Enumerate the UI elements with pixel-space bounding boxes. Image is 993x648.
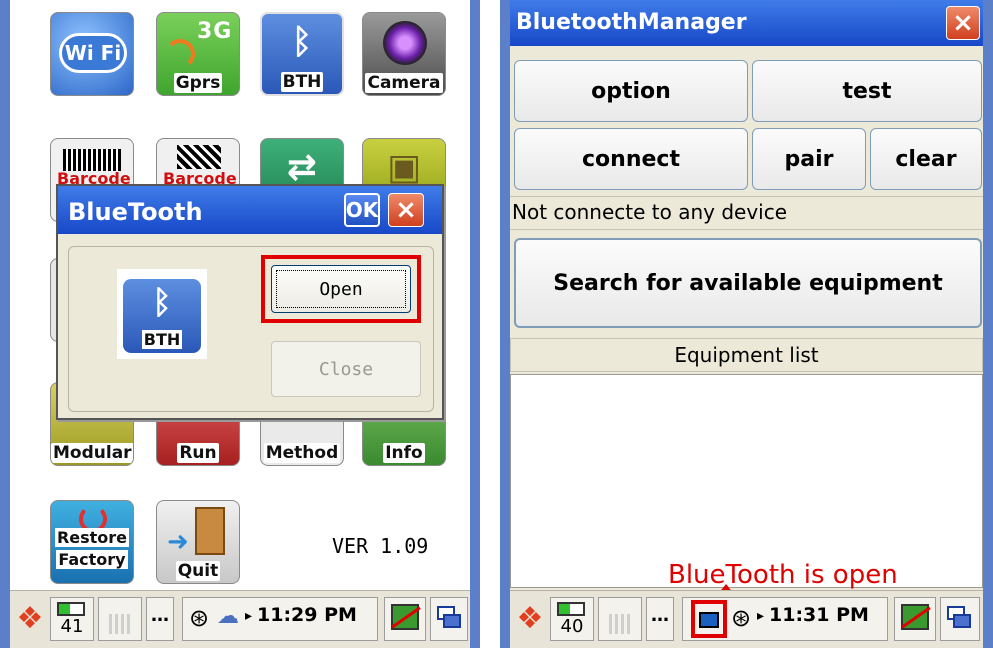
dialog-body-group: ᛒ BTH Open Close <box>68 246 434 412</box>
dialog-close-button[interactable]: × <box>388 193 424 227</box>
restore-label-line1: Restore <box>54 528 130 547</box>
input-panel-button-right[interactable] <box>894 597 936 641</box>
bth-tile[interactable]: ᛒ BTH <box>260 12 344 96</box>
open-button[interactable]: Open <box>271 265 411 313</box>
bt-manager-close-button[interactable]: × <box>946 6 980 40</box>
window-icon-front-right <box>953 614 971 628</box>
wifi-label: Wi Fi <box>64 41 122 65</box>
battery-icon <box>57 602 85 616</box>
arrow-right-icon: ➜ <box>167 527 189 557</box>
bluetooth-icon-large: ᛒ BTH <box>123 279 201 353</box>
signal-bars-icon-right <box>609 614 633 634</box>
camera-tile[interactable]: Camera <box>362 12 446 96</box>
left-screen-edge-right <box>470 0 480 648</box>
signal-indicator[interactable] <box>98 597 142 641</box>
expand-arrow-icon-right: ▸ <box>757 608 765 624</box>
window-switch-button[interactable] <box>430 597 468 641</box>
window-switch-button-right[interactable] <box>940 597 980 641</box>
restore-factory-label: Restore Factory <box>51 527 133 571</box>
right-screen-edge <box>500 0 510 648</box>
connect-button[interactable]: connect <box>514 128 748 190</box>
network-icon: ⊛ <box>189 604 210 632</box>
close-button[interactable]: Close <box>271 341 421 397</box>
expand-arrow-icon: ▸ <box>245 608 253 624</box>
bluetooth-tray-icon[interactable] <box>699 612 719 628</box>
bluetooth-glyph: ᛒ <box>152 283 172 321</box>
bluetooth-tray-highlight <box>691 600 727 638</box>
serial-port-icon: ▣ <box>386 147 421 188</box>
ok-button[interactable]: OK <box>344 193 380 227</box>
restore-factory-tile[interactable]: Restore Factory <box>50 500 134 584</box>
windows-start-icon-right[interactable]: ❖ <box>512 599 548 639</box>
battery-indicator-right[interactable]: 40 <box>550 597 594 641</box>
more-button[interactable]: … <box>146 597 174 641</box>
signal-icon <box>165 39 195 69</box>
bt-manager-title-bar: BluetoothManager <box>510 0 983 46</box>
battery-icon-right <box>557 602 585 616</box>
bth-label: BTH <box>280 72 324 92</box>
gprs-3g-badge: 3G <box>197 19 233 44</box>
wifi-icon: Wi Fi <box>59 33 127 73</box>
bth-icon-label: BTH <box>141 330 183 349</box>
gprs-label: Gprs <box>173 73 223 93</box>
version-text: VER 1.09 <box>332 534 429 558</box>
window-icon-front <box>443 614 461 628</box>
pair-button[interactable]: pair <box>752 128 866 190</box>
restore-label-line2: Factory <box>56 550 128 569</box>
left-screen: Wi Fi 3G Gprs ᛒ BTH Camera Barcode Barco… <box>10 0 470 648</box>
test-button[interactable]: test <box>752 60 982 122</box>
sync-icon: ⇄ <box>286 147 318 188</box>
dialog-title-bar: BlueTooth <box>58 186 442 234</box>
right-screen-edge-right <box>983 0 993 648</box>
network-icon-right: ⊛ <box>731 604 752 632</box>
qr-code-icon <box>177 145 221 169</box>
connection-icon: ☁ <box>217 604 239 629</box>
input-panel-button[interactable] <box>384 597 426 641</box>
left-screen-edge <box>0 0 10 648</box>
method-label: Method <box>263 443 341 463</box>
right-screen: BluetoothManager × option test connect p… <box>510 0 983 648</box>
search-equipment-button[interactable]: Search for available equipment <box>514 238 982 328</box>
right-tray: ⊛ ▸ 11:31 PM <box>682 597 888 641</box>
left-clock: 11:29 PM <box>257 604 357 626</box>
signal-indicator-right[interactable] <box>598 597 642 641</box>
windows-start-icon[interactable]: ❖ <box>12 599 48 639</box>
equipment-list[interactable] <box>510 374 983 588</box>
battery-indicator[interactable]: 41 <box>50 597 94 641</box>
door-icon <box>195 507 225 555</box>
wifi-tile[interactable]: Wi Fi <box>50 12 134 96</box>
bth-icon-frame: ᛒ BTH <box>117 269 207 359</box>
connection-status: Not connecte to any device <box>510 196 983 230</box>
clear-button[interactable]: clear <box>870 128 982 190</box>
gprs-tile[interactable]: 3G Gprs <box>156 12 240 96</box>
left-taskbar: ❖ 41 … ⊛ ☁ ▸ 11:29 PM <box>10 590 470 648</box>
battery-level-right: 40 <box>560 616 584 637</box>
run-label: Run <box>177 443 219 463</box>
quit-label: Quit <box>175 561 221 581</box>
more-button-right[interactable]: … <box>646 597 674 641</box>
battery-level: 41 <box>60 616 84 637</box>
right-taskbar: ❖ 40 … ⊛ ▸ 11:31 PM <box>510 590 983 648</box>
camera-icon <box>383 21 427 65</box>
barcode-icon <box>63 149 121 171</box>
bt-manager-title: BluetoothManager <box>516 10 747 35</box>
bluetooth-icon: ᛒ <box>291 22 313 62</box>
modular-label: Modular <box>51 443 133 463</box>
info-label: Info <box>383 443 425 463</box>
signal-bars-icon <box>109 614 133 634</box>
bluetooth-open-annotation: BlueTooth is open <box>668 560 898 590</box>
dialog-title: BlueTooth <box>68 198 203 226</box>
left-tray: ⊛ ☁ ▸ 11:29 PM <box>182 597 378 641</box>
right-clock: 11:31 PM <box>769 604 869 626</box>
option-button[interactable]: option <box>514 60 748 122</box>
bluetooth-dialog: BlueTooth OK × ᛒ BTH Open Close <box>56 184 444 420</box>
quit-tile[interactable]: ➜ Quit <box>156 500 240 584</box>
camera-label: Camera <box>365 73 443 93</box>
equipment-list-header: Equipment list <box>510 338 983 372</box>
